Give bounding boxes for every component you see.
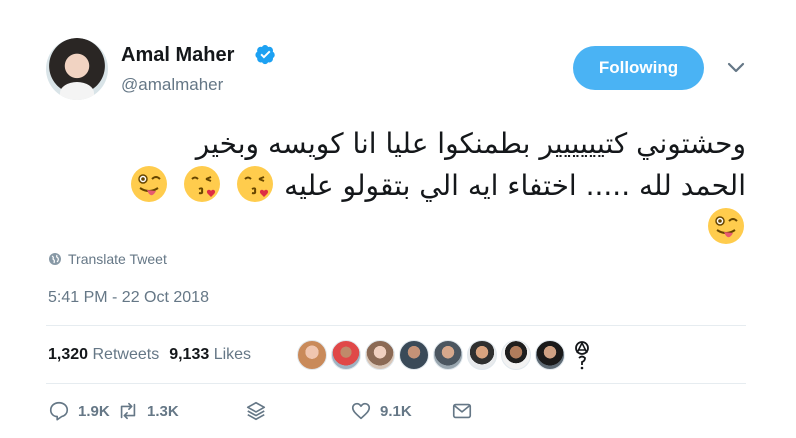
profile-avatar[interactable] [46,38,108,100]
liker-avatar[interactable] [501,340,531,370]
chevron-down-icon[interactable] [727,62,745,74]
tweet-line-3 [48,206,746,248]
retweet-icon [120,402,136,420]
like-button[interactable]: 9.1K [350,400,412,422]
reply-count: 1.9K [78,402,110,420]
retweet-button[interactable]: 1.3K [117,400,179,422]
liker-avatar[interactable] [399,340,429,370]
translate-tweet-link[interactable]: Translate Tweet [48,251,167,267]
kissing-face-with-heart-icon [237,166,274,202]
reply-button[interactable]: 1.9K [48,400,110,422]
divider [46,383,746,384]
tweet-line-2: الحمد لله ..... اختفاء ايه الي بتقولو عل… [48,164,746,206]
liker-avatar[interactable] [535,340,565,370]
likers-avatars [297,340,595,370]
tweet-timestamp[interactable]: 5:41 PM - 22 Oct 2018 [48,289,209,307]
user-handle[interactable]: @amalmaher [121,75,223,95]
likes-label: Likes [213,346,252,363]
liker-avatar[interactable] [467,340,497,370]
tweet-line-1: وحشتوني كتيييييير بطمنكوا عليا انا كويسه… [195,127,746,160]
tweet-line-2-text: الحمد لله ..... اختفاء ايه الي بتقولو عل… [284,169,746,202]
winking-tongue-face-icon [708,208,744,244]
liker-avatar[interactable] [297,340,327,370]
envelope-icon [452,403,472,419]
retweets-stat[interactable]: 1,320 Retweets [48,346,159,364]
kissing-face-with-heart-icon [184,166,221,202]
retweet-count: 1.3K [147,402,179,420]
liker-avatar[interactable] [433,340,463,370]
divider [46,325,746,326]
likes-count: 9,133 [169,346,210,363]
retweets-count: 1,320 [48,346,89,363]
tweet-text: وحشتوني كتيييييير بطمنكوا عليا انا كويسه… [48,124,746,248]
heart-icon [351,402,371,420]
liker-avatar[interactable] [365,340,395,370]
globe-icon [49,253,61,265]
reply-icon [49,401,69,421]
stack-button[interactable] [245,400,267,422]
translate-tweet-label[interactable]: Translate Tweet [68,251,167,267]
stack-icon [246,401,266,421]
direct-message-button[interactable] [451,400,473,422]
liker-avatar[interactable] [331,340,361,370]
tweet-actions: 1.9K 1.3K 9.1K [48,400,548,426]
following-button[interactable]: Following [573,46,704,90]
like-count: 9.1K [380,402,412,420]
verified-badge-icon [255,45,275,65]
anarchy-symbol-icon[interactable] [569,340,595,370]
winking-tongue-face-icon [131,166,168,202]
tweet-stats: 1,320 Retweets 9,133 Likes [48,346,251,364]
likes-stat[interactable]: 9,133 Likes [169,346,251,364]
retweets-label: Retweets [92,346,160,363]
display-name[interactable]: Amal Maher [121,44,234,67]
